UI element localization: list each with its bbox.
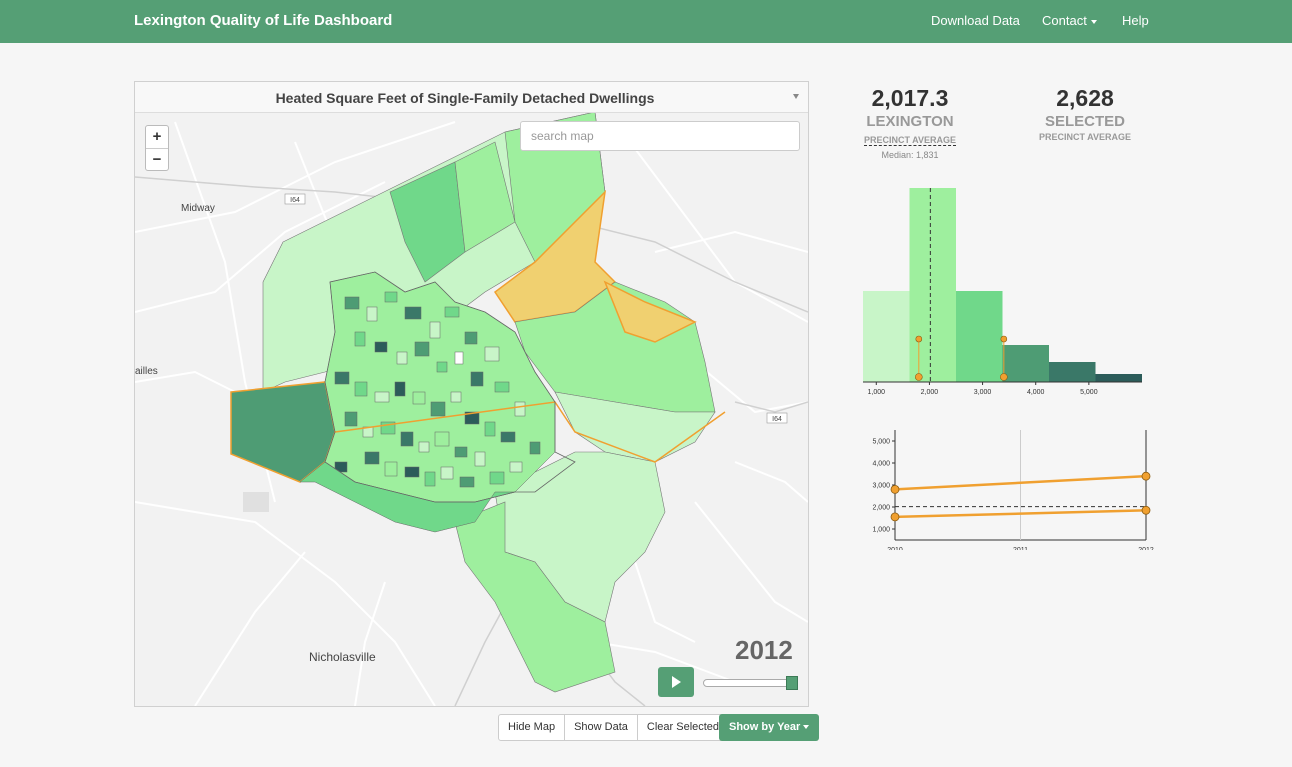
year-slider-handle[interactable] — [786, 676, 798, 690]
histogram-bar — [863, 291, 910, 382]
hide-map-button[interactable]: Hide Map — [498, 714, 566, 741]
lexington-label: LEXINGTON — [866, 113, 954, 130]
line-chart-y-tick-label: 4,000 — [872, 461, 890, 468]
line-chart-point — [890, 512, 900, 522]
histogram-bar — [1049, 362, 1096, 382]
view-button-group: Hide Map Show Data Clear Selected — [498, 714, 730, 741]
map-panel: I64 I64 Midway ailles Nicholasville Heat… — [134, 81, 809, 707]
histogram-tick-label: 2,000 — [921, 389, 939, 396]
line-chart-y-tick-label: 3,000 — [872, 483, 890, 490]
line-chart-point — [1141, 505, 1151, 515]
selected-precinct-average-label: PRECINCT AVERAGE — [1038, 132, 1131, 142]
contact-label: Contact — [1042, 13, 1087, 28]
zoom-out-button[interactable]: − — [146, 148, 168, 170]
histogram-tick-label: 5,000 — [1080, 389, 1098, 396]
map-title-bar[interactable]: Heated Square Feet of Single-Family Deta… — [135, 82, 808, 113]
histogram-bar — [956, 291, 1003, 382]
line-chart-point — [890, 485, 900, 494]
place-label-versailles: ailles — [135, 366, 158, 377]
histogram-bar — [1002, 345, 1049, 382]
play-button[interactable] — [658, 667, 694, 697]
place-label-midway: Midway — [181, 203, 215, 214]
histogram-bar — [1095, 374, 1142, 382]
navbar: Lexington Quality of Life Dashboard Down… — [0, 0, 1292, 43]
distribution-histogram[interactable]: 1,000 2,000 3,000 4,000 5,000 — [855, 180, 1155, 400]
histogram-selected-marker — [914, 373, 923, 381]
histogram-tick-label: 3,000 — [974, 389, 992, 396]
clear-selected-button[interactable]: Clear Selected — [637, 714, 730, 741]
selected-stat: 2,628 SELECTED PRECINCT AVERAGE — [1015, 85, 1155, 142]
lexington-average-value: 2,017.3 — [871, 85, 949, 111]
highway-shield-label: I64 — [772, 416, 782, 423]
show-by-year-label: Show by Year — [729, 721, 801, 733]
play-icon — [672, 676, 681, 688]
help-link[interactable]: Help — [1122, 13, 1149, 28]
gray-parcel — [243, 492, 269, 512]
histogram-tick-label: 1,000 — [868, 389, 886, 396]
histogram-selected-marker — [915, 335, 923, 343]
contact-dropdown[interactable]: Contact — [1042, 13, 1097, 28]
line-chart-y-tick-label: 2,000 — [872, 505, 890, 512]
chevron-down-icon — [1090, 19, 1097, 24]
line-chart-y-tick-label: 1,000 — [872, 527, 890, 534]
zoom-in-button[interactable]: + — [146, 126, 168, 148]
choropleth-map[interactable]: I64 I64 Midway ailles Nicholasville — [135, 82, 808, 706]
lexington-stat: 2,017.3 LEXINGTON PRECINCT AVERAGE Media… — [840, 85, 980, 160]
histogram-selected-marker — [1000, 373, 1008, 381]
place-label-nicholasville: Nicholasville — [309, 650, 376, 664]
highway-shield: I64 — [766, 412, 788, 424]
download-data-link[interactable]: Download Data — [931, 13, 1020, 28]
line-chart-point — [1141, 471, 1151, 481]
search-map-input[interactable]: search map — [520, 121, 800, 151]
histogram-bar — [909, 188, 956, 382]
brand-title[interactable]: Lexington Quality of Life Dashboard — [134, 12, 392, 29]
chevron-down-icon — [803, 725, 810, 730]
line-chart-y-tick-label: 5,000 — [872, 439, 890, 446]
histogram-tick-label: 4,000 — [1027, 389, 1045, 396]
highway-shield-label: I64 — [290, 197, 300, 204]
year-slider[interactable] — [703, 679, 795, 687]
show-data-button[interactable]: Show Data — [565, 714, 638, 741]
year-label: 2012 — [735, 635, 793, 665]
line-chart-x-tick-label: 2010 — [887, 547, 903, 550]
line-chart-x-tick-label: 2011 — [1013, 547, 1028, 550]
lexington-median: Median: 1,831 — [881, 150, 939, 160]
selected-label: SELECTED — [1044, 113, 1125, 130]
histogram-selected-marker — [1000, 335, 1008, 343]
lexington-precinct-average-label[interactable]: PRECINCT AVERAGE — [863, 135, 956, 146]
line-chart-x-tick-label: 2012 — [1138, 547, 1154, 550]
map-title: Heated Square Feet of Single-Family Deta… — [275, 90, 655, 106]
show-by-year-button[interactable]: Show by Year — [719, 714, 820, 741]
highway-shield: I64 — [284, 193, 306, 205]
trend-line-chart[interactable]: 2010 2011 2012 1,000 2,000 3,000 4,000 5,000 — [855, 420, 1155, 550]
chevron-down-icon[interactable] — [793, 94, 799, 99]
selected-average-value: 2,628 — [1056, 85, 1114, 111]
zoom-control: + − — [145, 125, 169, 171]
